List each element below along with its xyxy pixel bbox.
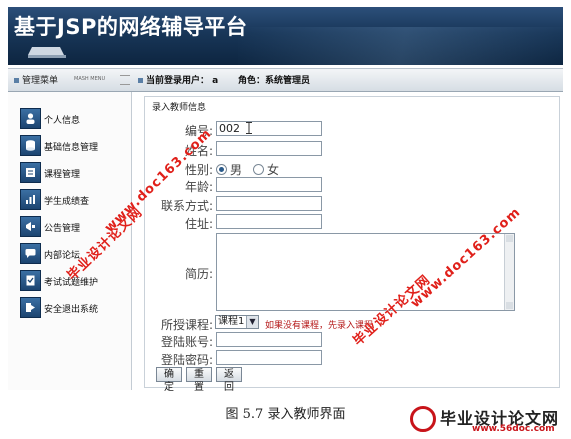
user-icon xyxy=(20,108,41,129)
chevron-down-icon[interactable]: ▼ xyxy=(246,316,258,328)
password-field[interactable] xyxy=(216,350,322,365)
menu-title: 管理菜单 xyxy=(14,73,58,86)
square-icon xyxy=(138,78,143,83)
gender-male-radio[interactable]: 男 xyxy=(216,161,242,178)
sidebar-item-label: 基础信息管理 xyxy=(44,143,99,153)
menu-toggle-icon[interactable] xyxy=(120,75,130,85)
sidebar-item-label: 课程管理 xyxy=(44,170,81,180)
course-select[interactable]: 课程1 ▼ xyxy=(215,315,259,329)
bio-label: 简历: xyxy=(184,267,213,281)
contact-field[interactable] xyxy=(216,196,322,211)
sidebar-item-profile[interactable]: 个人信息 xyxy=(20,108,130,130)
sidebar-item-basic-info[interactable]: 基础信息管理 xyxy=(20,135,130,157)
laptop-icon xyxy=(28,47,66,58)
password-label: 登陆密码: xyxy=(160,353,213,367)
menu-bar: 管理菜单 MASH MENU 当前登录用户： a 角色：系统管理员 xyxy=(8,68,563,92)
course-label: 所授课程: xyxy=(160,318,213,332)
current-role-value: 系统管理员 xyxy=(265,76,311,86)
name-field[interactable] xyxy=(216,141,322,156)
reset-button[interactable]: 重置 xyxy=(186,367,212,393)
current-user: 当前登录用户： a xyxy=(138,73,218,86)
menu-subtitle: MASH MENU xyxy=(74,76,106,82)
address-field[interactable] xyxy=(216,214,322,229)
notice-icon xyxy=(20,216,41,237)
current-user-value: a xyxy=(212,76,219,86)
logo-ring-icon xyxy=(410,406,436,432)
current-role: 角色：系统管理员 xyxy=(238,76,311,86)
sidebar-item-label: 安全退出系统 xyxy=(44,305,99,315)
account-label: 登陆账号: xyxy=(160,335,213,349)
confirm-button[interactable]: 确定 xyxy=(156,367,182,393)
forum-icon xyxy=(20,243,41,264)
logo-url: www.56doc.com xyxy=(472,424,555,434)
scroll-down-icon[interactable] xyxy=(506,302,513,309)
contact-label: 联系方式: xyxy=(160,199,213,213)
age-field[interactable] xyxy=(216,177,322,192)
sidebar-item-logout[interactable]: 安全退出系统 xyxy=(20,297,130,319)
site-logo: 毕业设计论文网 www.56doc.com xyxy=(410,402,568,436)
form-title: 录入教师信息 xyxy=(152,103,207,113)
app-header: 基于JSP的网络辅导平台 xyxy=(8,7,563,65)
exam-icon xyxy=(20,270,41,291)
gender-female-radio[interactable]: 女 xyxy=(253,161,279,178)
scroll-up-icon[interactable] xyxy=(506,235,513,242)
sidebar-item-label: 公告管理 xyxy=(44,224,81,234)
sidebar-item-scores[interactable]: 学生成绩查 xyxy=(20,189,130,211)
text-cursor-icon xyxy=(246,122,252,134)
exit-icon xyxy=(20,297,41,318)
book-icon xyxy=(20,162,41,183)
database-icon xyxy=(20,135,41,156)
sidebar-item-label: 个人信息 xyxy=(44,116,81,126)
app-title: 基于JSP的网络辅导平台 xyxy=(14,15,248,39)
id-field[interactable]: 002 xyxy=(216,121,322,136)
back-button[interactable]: 返回 xyxy=(216,367,242,393)
radio-icon xyxy=(253,164,264,175)
bio-scrollbar[interactable] xyxy=(504,234,514,310)
sidebar-item-courses[interactable]: 课程管理 xyxy=(20,162,130,184)
chart-icon xyxy=(20,189,41,210)
radio-selected-icon xyxy=(216,164,227,175)
sidebar-item-label: 学生成绩查 xyxy=(44,197,90,207)
address-label: 住址: xyxy=(184,217,213,231)
account-field[interactable] xyxy=(216,332,322,347)
square-icon xyxy=(14,78,19,83)
header-decoration xyxy=(238,27,563,65)
